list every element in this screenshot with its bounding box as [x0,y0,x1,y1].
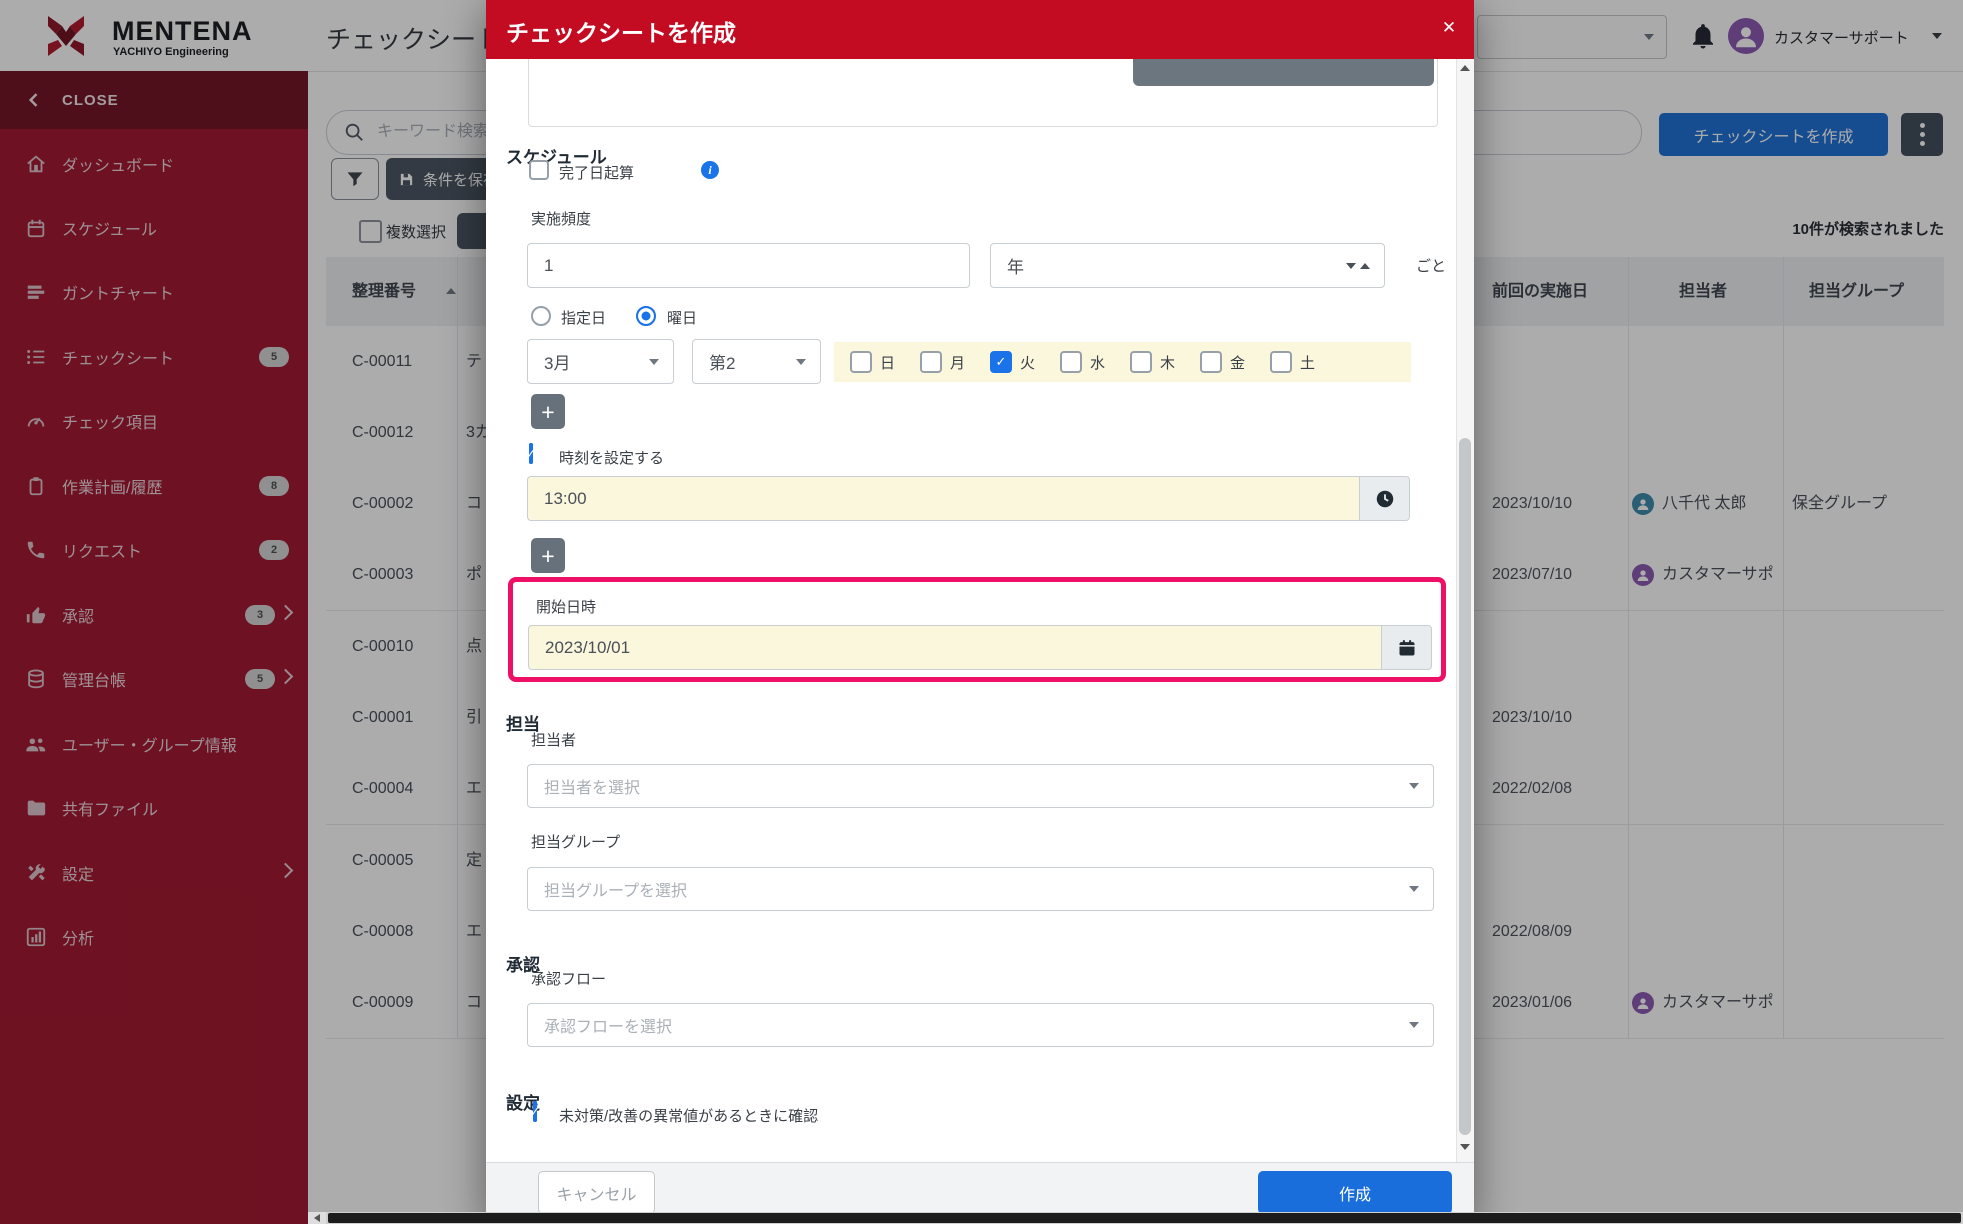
chevron-down-icon [1409,1022,1419,1028]
scroll-up-icon[interactable] [1460,65,1470,71]
add-schedule-button[interactable]: + [531,394,565,429]
specified-date-radio[interactable] [531,306,551,326]
time-picker-button[interactable] [1359,476,1410,521]
frequency-input[interactable] [527,243,970,288]
modal-header: チェックシートを作成 ✕ [486,0,1474,59]
modal-scrollbar[interactable] [1456,59,1474,1162]
modal-title: チェックシートを作成 [506,14,736,48]
day-friday[interactable]: 金 [1200,351,1245,373]
weekday-label: 曜日 [667,307,697,328]
set-time-label: 時刻を設定する [559,447,664,468]
clock-icon [1374,488,1396,510]
time-input[interactable] [527,476,1359,521]
group-label: 担当グループ [531,831,620,852]
start-datetime-label: 開始日時 [536,596,596,617]
screen: MENTENA YACHIYO Engineering チェックシート カスタマ… [0,0,1963,1224]
horizontal-scrollbar-thumb[interactable] [328,1213,1961,1223]
completion-basis-checkbox[interactable] [529,160,549,180]
group-select[interactable]: 担当グループを選択 [527,867,1434,911]
weekday-radio[interactable] [636,306,656,326]
frequency-label: 実施頻度 [531,208,591,229]
assignee-select[interactable]: 担当者を選択 [527,764,1434,808]
day-saturday[interactable]: 土 [1270,351,1315,373]
specified-date-label: 指定日 [561,307,606,328]
anomaly-confirm-checkbox[interactable] [533,1101,537,1122]
day-monday[interactable]: 月 [920,351,965,373]
scroll-left-button[interactable] [308,1212,326,1224]
day-tuesday[interactable]: 火 [990,351,1035,373]
info-icon[interactable]: i [701,161,719,179]
set-time-checkbox[interactable] [529,443,533,464]
anomaly-confirm-label: 未対策/改善の異常値があるときに確認 [559,1105,818,1126]
approval-flow-select[interactable]: 承認フローを選択 [527,1003,1434,1047]
day-thursday[interactable]: 木 [1130,351,1175,373]
assignee-label: 担当者 [531,729,576,750]
week-number-select[interactable]: 第2 [692,339,821,384]
day-wednesday[interactable]: 水 [1060,351,1105,373]
arrow-left-icon [314,1214,320,1222]
add-time-button[interactable]: + [531,538,565,573]
submit-button[interactable]: 作成 [1258,1171,1452,1214]
weekday-checkbox-strip: 日 月 火 水 木 金 土 [834,342,1411,382]
horizontal-scrollbar[interactable] [308,1212,1963,1224]
cancel-button[interactable]: キャンセル [538,1171,655,1214]
start-datetime-highlight: 開始日時 [508,577,1446,682]
frequency-unit-select[interactable]: 年 [990,243,1385,288]
start-date-input[interactable] [528,625,1381,670]
month-select[interactable]: 3月 [527,339,674,384]
modal-scrollbar-thumb[interactable] [1459,438,1471,1135]
close-icon[interactable]: ✕ [1436,15,1462,41]
date-picker-button[interactable] [1381,625,1432,670]
chevron-down-icon [796,359,806,365]
chevron-down-icon [649,359,659,365]
scroll-down-icon[interactable] [1460,1144,1470,1150]
calendar-icon [1397,638,1417,658]
chevron-down-icon [1409,783,1419,789]
completion-basis-label: 完了日起算 [559,162,634,183]
stepper-icon [1360,263,1370,269]
create-checksheet-modal: + 確認項目 チェックシートを作成 ✕ スケジュール 完了日起算 i 実施頻度 … [486,0,1474,1224]
approval-flow-label: 承認フロー [531,968,606,989]
frequency-suffix: ごと [1416,255,1446,276]
day-sunday[interactable]: 日 [850,351,895,373]
chevron-down-icon [1409,886,1419,892]
